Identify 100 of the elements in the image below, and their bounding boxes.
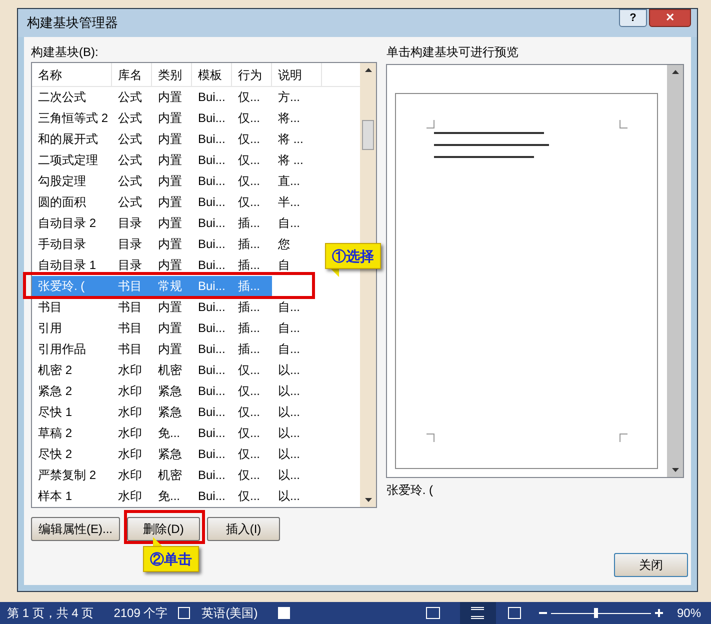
list-cell-text: Bui...: [197, 362, 226, 379]
list-row[interactable]: 自动目录 2 目录 内置 Bui... 插... 自...: [32, 213, 322, 234]
list-cell-text: 公式: [117, 89, 143, 106]
list-cell-text: 仅...: [237, 194, 262, 211]
list-row[interactable]: 书目 书目 内置 Bui... 插... 自...: [32, 297, 322, 318]
dialog-button[interactable]: 编辑属性(E)...: [31, 517, 120, 541]
list-row[interactable]: 勾股定理 公式 内置 Bui... 仅... 直...: [32, 171, 322, 192]
list-cell-text: 仅...: [237, 173, 262, 190]
callout-label: ②单击: [143, 546, 199, 572]
list-row[interactable]: 机密 2 水印 机密 Bui... 仅... 以...: [32, 360, 322, 381]
down-arrow-icon[interactable]: [364, 498, 372, 502]
list-cell-text: 将 ...: [277, 131, 304, 148]
list-cell-text: 内置: [157, 236, 183, 253]
list-cell-text: 尽快 2: [37, 446, 74, 463]
list-row[interactable]: 样本 1 水印 免... Bui... 仅... 以...: [32, 486, 322, 507]
list-cell-text: 自...: [277, 215, 302, 232]
list-cell-text: 紧急: [157, 446, 183, 463]
list-cell-text: 仅...: [237, 467, 262, 484]
list-cell-text: 张爱玲. (: [37, 278, 86, 295]
list-cell-text: 自动目录 2: [37, 215, 98, 232]
column-header[interactable]: 类别: [152, 63, 192, 86]
list-cell-text: 内置: [157, 257, 183, 274]
list-row[interactable]: 三角恒等式 2 公式 内置 Bui... 仅... 将...: [32, 108, 322, 129]
help-button[interactable]: ?: [619, 9, 647, 27]
list-cell-text: 内置: [157, 299, 183, 316]
list-cell-text: 常规: [157, 278, 183, 295]
close-dialog-button[interactable]: 关闭: [614, 553, 688, 577]
list-cell-text: 紧急: [157, 383, 183, 400]
list-row[interactable]: 手动目录 目录 内置 Bui... 插... 您: [32, 234, 322, 255]
preview-scrollbar[interactable]: [667, 65, 683, 477]
print-layout-icon[interactable]: [460, 602, 496, 624]
list-cell-text: 书目: [117, 320, 143, 337]
list-cell-text: 免...: [157, 488, 182, 505]
up-arrow-icon[interactable]: [672, 70, 678, 74]
list-cell-text: 自...: [277, 320, 302, 337]
list-row[interactable]: 圆的面积 公式 内置 Bui... 仅... 半...: [32, 192, 322, 213]
list-cell-text: Bui...: [197, 131, 226, 148]
list-cell-text: 半...: [277, 194, 302, 211]
list-cell-text: 仅...: [237, 383, 262, 400]
column-header[interactable]: 模板: [192, 63, 232, 86]
word-count[interactable]: 2109 个字: [114, 604, 168, 622]
list-cell-text: 免...: [157, 425, 182, 442]
list-cell-text: Bui...: [197, 404, 226, 421]
list-row[interactable]: 尽快 2 水印 紧急 Bui... 仅... 以...: [32, 444, 322, 465]
list-cell-text: 仅...: [237, 488, 262, 505]
zoom-thumb[interactable]: [594, 608, 598, 618]
close-button[interactable]: ✕: [649, 9, 691, 27]
dialog-button[interactable]: 插入(I): [207, 517, 280, 541]
list-cell-text: 引用作品: [37, 341, 87, 358]
list-cell-text: Bui...: [197, 215, 226, 232]
list-cell-text: 内置: [157, 131, 183, 148]
list-cell-text: 以...: [277, 488, 302, 505]
list-row[interactable]: 引用 书目 内置 Bui... 插... 自...: [32, 318, 322, 339]
dialog-title: 构建基块管理器: [27, 14, 118, 32]
list-cell-text: 紧急 2: [37, 383, 74, 400]
zoom-in-icon[interactable]: [654, 609, 663, 617]
scroll-thumb[interactable]: [362, 120, 374, 150]
column-header[interactable]: 名称: [32, 63, 112, 86]
list-cell-text: Bui...: [197, 278, 226, 295]
list-row[interactable]: 严禁复制 2 水印 机密 Bui... 仅... 以...: [32, 465, 322, 486]
list-cell-text: 引用: [37, 320, 63, 337]
column-header[interactable]: 行为: [232, 63, 272, 86]
list-cell-text: 插...: [237, 215, 262, 232]
list-cell-text: 水印: [117, 467, 143, 484]
column-header[interactable]: 库名: [112, 63, 152, 86]
list-row[interactable]: 引用作品 书目 内置 Bui... 插... 自...: [32, 339, 322, 360]
list-cell-text: 公式: [117, 131, 143, 148]
list-row[interactable]: 和的展开式 公式 内置 Bui... 仅... 将 ...: [32, 129, 322, 150]
list-row[interactable]: 紧急 2 水印 紧急 Bui... 仅... 以...: [32, 381, 322, 402]
dialog-button[interactable]: 删除(D): [127, 517, 200, 541]
list-row[interactable]: 尽快 1 水印 紧急 Bui... 仅... 以...: [32, 402, 322, 423]
zoom-slider[interactable]: [550, 607, 651, 619]
list-cell-text: Bui...: [197, 194, 226, 211]
list-cell-text: 内置: [157, 89, 183, 106]
scrollbar[interactable]: [360, 63, 376, 507]
up-arrow-icon[interactable]: [364, 68, 372, 72]
list-cell-text: 以...: [277, 362, 302, 379]
list-cell-text: Bui...: [197, 488, 226, 505]
list-cell-text: 内置: [157, 173, 183, 190]
list-cell-text: 水印: [117, 425, 143, 442]
list-cell-text: 样本 1: [37, 488, 74, 505]
language[interactable]: 英语(美国): [202, 604, 258, 622]
list-row[interactable]: 草稿 2 水印 免... Bui... 仅... 以...: [32, 423, 322, 444]
list-cell-text: 插...: [237, 299, 262, 316]
list-cell-text: 公式: [117, 110, 143, 127]
zoom-level[interactable]: 90%: [676, 604, 701, 622]
list-cell-text: 仅...: [237, 89, 262, 106]
list-row[interactable]: 二次公式 公式 内置 Bui... 仅... 方...: [32, 87, 322, 108]
list-cell-text: 以...: [277, 467, 302, 484]
list-cell-text: 内置: [157, 320, 183, 337]
list-cell-text: 水印: [117, 404, 143, 421]
down-arrow-icon[interactable]: [672, 468, 678, 472]
list-cell-text: 自动目录 1: [37, 257, 98, 274]
page-count[interactable]: 第 1 页，共 4 页: [7, 604, 94, 622]
list-cell-text: Bui...: [197, 257, 226, 274]
list-cell-text: 仅...: [237, 131, 262, 148]
column-header[interactable]: 说明: [272, 63, 322, 86]
list-row[interactable]: 自动目录 1 目录 内置 Bui... 插... 自: [32, 255, 322, 276]
list-cell-text: 将...: [277, 110, 302, 127]
list-row[interactable]: 二项式定理 公式 内置 Bui... 仅... 将 ...: [32, 150, 322, 171]
